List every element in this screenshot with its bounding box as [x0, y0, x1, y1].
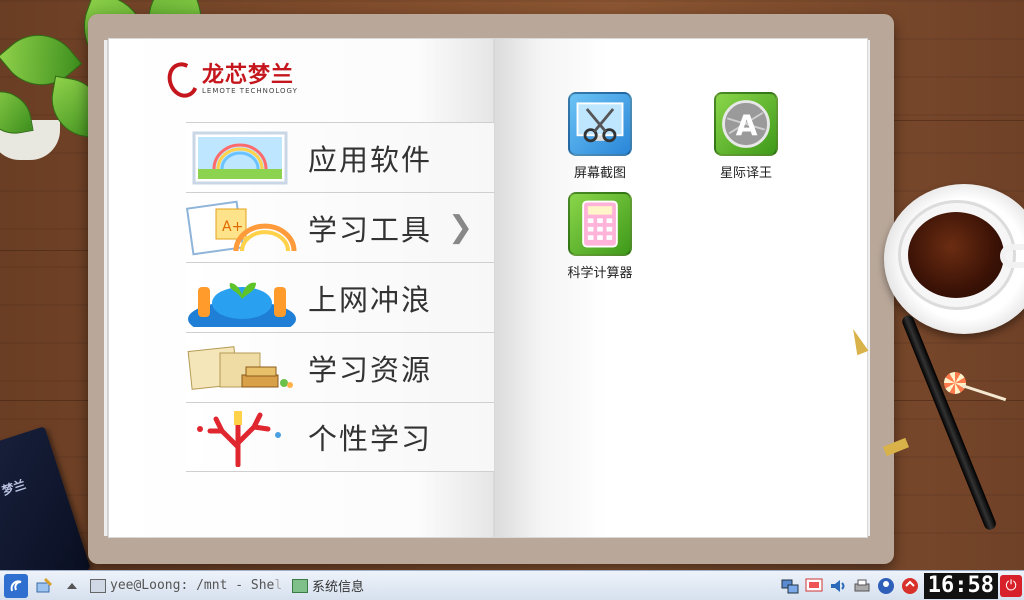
taskbar: yee@Loong: /mnt - She l 系统信息 16:58 ⏻: [0, 570, 1024, 600]
category-menu: 应用软件 A+ 学习工具 ❯ 上网冲浪 学习资源 个性学习: [186, 122, 494, 472]
leaf: [0, 86, 34, 139]
task-label: 系统信息: [312, 580, 365, 595]
display-icon[interactable]: [804, 576, 824, 596]
menu-item-resources[interactable]: 学习资源: [186, 332, 494, 402]
books-icon: [187, 346, 293, 390]
globe-people-icon: [188, 282, 296, 327]
power-button[interactable]: ⏻: [1000, 575, 1022, 597]
menu-item-personal[interactable]: 个性学习: [186, 402, 494, 472]
menu-item-internet[interactable]: 上网冲浪: [186, 262, 494, 332]
power-icon: ⏻: [1005, 578, 1017, 594]
task-label: yee@Loong: /mnt - She: [110, 578, 275, 593]
menu-item-label: 学习资源: [308, 352, 433, 387]
printer-icon[interactable]: [852, 576, 872, 596]
taskbar-task-sysinfo[interactable]: 系统信息: [292, 573, 412, 599]
taskbar-task-terminal[interactable]: yee@Loong: /mnt - She l: [90, 573, 286, 599]
show-desktop-button[interactable]: [32, 574, 56, 598]
cloud-icon: [67, 582, 77, 589]
app-screenshot[interactable]: 屏幕截图: [558, 92, 642, 181]
chevron-right-icon: ❯: [448, 210, 474, 245]
menu-item-label: 应用软件: [308, 142, 433, 177]
start-logo-icon: [10, 580, 22, 591]
volume-icon[interactable]: [828, 576, 848, 596]
app-stardict[interactable]: A 星际译王: [704, 92, 788, 181]
lollipop-decoration: [944, 372, 966, 394]
app-label: 星际译王: [719, 166, 772, 181]
study-tools-icon: A+: [186, 200, 297, 256]
brand-name-en: LEMOTE TECHNOLOGY: [202, 87, 298, 95]
desktop-brush-icon: [36, 577, 53, 592]
screenshot-scissors-icon: [568, 92, 632, 156]
network-icon[interactable]: [780, 576, 800, 596]
notebook-logo-text: 梦兰: [0, 477, 28, 499]
app-calculator[interactable]: 科学计算器: [558, 192, 642, 281]
start-menu-button[interactable]: [4, 573, 28, 598]
app-label: 屏幕截图: [573, 166, 626, 181]
calculator-icon: [568, 192, 632, 256]
menu-item-apps[interactable]: 应用软件: [186, 122, 494, 192]
brand-name: 龙芯梦兰: [202, 63, 295, 88]
terminal-icon: [90, 578, 106, 593]
svg-text:A+: A+: [222, 219, 243, 235]
fountain-pen: [900, 313, 998, 532]
app-label: 科学计算器: [567, 266, 633, 281]
svg-text:A: A: [736, 109, 758, 142]
menu-item-label: 上网冲浪: [308, 282, 433, 317]
coral-tree-icon: [197, 411, 281, 467]
eject-button[interactable]: [60, 574, 84, 598]
dragon-logo-icon: [162, 57, 204, 103]
input-method-icon[interactable]: [876, 576, 896, 596]
update-icon[interactable]: [900, 576, 920, 596]
coffee: [908, 212, 1004, 298]
window-rainbow-icon: [192, 131, 288, 185]
stardict-a-icon: A: [714, 92, 778, 156]
task-label-fade: l: [274, 578, 283, 593]
clock: 16:58: [923, 573, 998, 599]
system-tray: 16:58 ⏻: [780, 571, 1024, 600]
book-right-page: [494, 38, 868, 538]
menu-item-label: 学习工具: [308, 212, 433, 247]
sysinfo-icon: [292, 578, 308, 593]
lollipop-stick: [961, 384, 1007, 402]
brand-logo: 龙芯梦兰 LEMOTE TECHNOLOGY: [162, 57, 298, 103]
menu-item-study-tools[interactable]: A+ 学习工具 ❯: [186, 192, 494, 262]
menu-item-label: 个性学习: [308, 422, 433, 456]
cup-handle: [1000, 244, 1024, 268]
